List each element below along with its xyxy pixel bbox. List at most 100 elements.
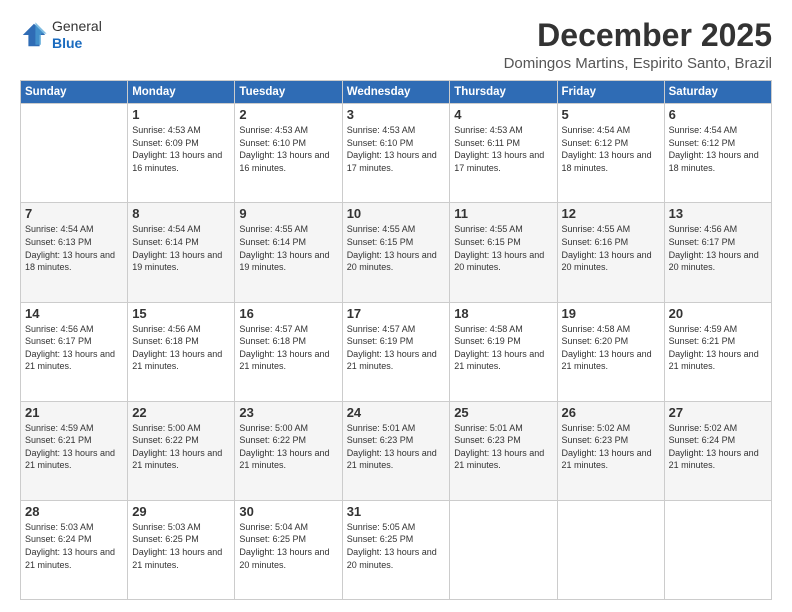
day-info: Sunrise: 5:01 AMSunset: 6:23 PMDaylight:… — [454, 422, 552, 472]
logo-blue: Blue — [52, 35, 102, 52]
day-info: Sunrise: 4:53 AMSunset: 6:10 PMDaylight:… — [239, 124, 337, 174]
table-row: 7Sunrise: 4:54 AMSunset: 6:13 PMDaylight… — [21, 203, 128, 302]
day-info: Sunrise: 4:55 AMSunset: 6:14 PMDaylight:… — [239, 223, 337, 273]
day-number: 19 — [562, 306, 660, 321]
day-number: 24 — [347, 405, 446, 420]
col-friday: Friday — [557, 81, 664, 104]
day-number: 16 — [239, 306, 337, 321]
table-row: 17Sunrise: 4:57 AMSunset: 6:19 PMDayligh… — [342, 302, 450, 401]
table-row: 29 Sunrise: 5:03 AMSunset: 6:25 PMDayligh… — [128, 500, 235, 599]
day-number: 15 — [132, 306, 230, 321]
table-row: 20 Sunrise: 4:59 AMSunset: 6:21 PMDayligh… — [664, 302, 771, 401]
day-number: 9 — [239, 206, 337, 221]
col-wednesday: Wednesday — [342, 81, 450, 104]
day-number: 30 — [239, 504, 337, 519]
month-title: December 2025 — [504, 18, 772, 53]
day-info: Sunrise: 4:53 AMSunset: 6:11 PMDaylight:… — [454, 124, 552, 174]
day-number: 17 — [347, 306, 446, 321]
logo-general: General — [52, 18, 102, 35]
page: General Blue December 2025 Domingos Mart… — [0, 0, 792, 612]
table-row: 2 Sunrise: 4:53 AMSunset: 6:10 PMDaylight… — [235, 104, 342, 203]
day-info: Sunrise: 5:02 AMSunset: 6:24 PMDaylight:… — [669, 422, 767, 472]
table-row: 4Sunrise: 4:53 AMSunset: 6:11 PMDaylight… — [450, 104, 557, 203]
col-monday: Monday — [128, 81, 235, 104]
day-number: 7 — [25, 206, 123, 221]
day-number: 23 — [239, 405, 337, 420]
table-row: 13 Sunrise: 4:56 AMSunset: 6:17 PMDayligh… — [664, 203, 771, 302]
logo: General Blue — [20, 18, 102, 52]
calendar-week-3: 14 Sunrise: 4:56 AMSunset: 6:17 PMDayligh… — [21, 302, 772, 401]
day-number: 18 — [454, 306, 552, 321]
table-row: 30 Sunrise: 5:04 AMSunset: 6:25 PMDayligh… — [235, 500, 342, 599]
day-info: Sunrise: 5:01 AMSunset: 6:23 PMDaylight:… — [347, 422, 446, 472]
day-number: 28 — [25, 504, 123, 519]
day-info: Sunrise: 4:54 AMSunset: 6:14 PMDaylight:… — [132, 223, 230, 273]
subtitle: Domingos Martins, Espirito Santo, Brazil — [504, 55, 772, 72]
day-info: Sunrise: 4:55 AMSunset: 6:15 PMDaylight:… — [454, 223, 552, 273]
header: General Blue December 2025 Domingos Mart… — [20, 18, 772, 72]
table-row: 15Sunrise: 4:56 AMSunset: 6:18 PMDayligh… — [128, 302, 235, 401]
day-info: Sunrise: 5:03 AMSunset: 6:25 PMDaylight:… — [132, 521, 230, 571]
day-number: 6 — [669, 107, 767, 122]
day-info: Sunrise: 4:56 AMSunset: 6:17 PMDaylight:… — [669, 223, 767, 273]
table-row: 1Sunrise: 4:53 AMSunset: 6:09 PMDaylight… — [128, 104, 235, 203]
day-info: Sunrise: 4:53 AMSunset: 6:10 PMDaylight:… — [347, 124, 446, 174]
table-row: 11Sunrise: 4:55 AMSunset: 6:15 PMDayligh… — [450, 203, 557, 302]
day-number: 12 — [562, 206, 660, 221]
table-row: 28 Sunrise: 5:03 AMSunset: 6:24 PMDayligh… — [21, 500, 128, 599]
day-number: 20 — [669, 306, 767, 321]
table-row — [450, 500, 557, 599]
calendar-week-1: 1Sunrise: 4:53 AMSunset: 6:09 PMDaylight… — [21, 104, 772, 203]
day-info: Sunrise: 4:55 AMSunset: 6:15 PMDaylight:… — [347, 223, 446, 273]
table-row: 8 Sunrise: 4:54 AMSunset: 6:14 PMDaylight… — [128, 203, 235, 302]
day-info: Sunrise: 4:59 AMSunset: 6:21 PMDaylight:… — [25, 422, 123, 472]
table-row: 5 Sunrise: 4:54 AMSunset: 6:12 PMDaylight… — [557, 104, 664, 203]
table-row: 19Sunrise: 4:58 AMSunset: 6:20 PMDayligh… — [557, 302, 664, 401]
table-row: 14 Sunrise: 4:56 AMSunset: 6:17 PMDayligh… — [21, 302, 128, 401]
day-number: 10 — [347, 206, 446, 221]
day-number: 1 — [132, 107, 230, 122]
day-info: Sunrise: 4:56 AMSunset: 6:17 PMDaylight:… — [25, 323, 123, 373]
day-info: Sunrise: 4:58 AMSunset: 6:19 PMDaylight:… — [454, 323, 552, 373]
day-info: Sunrise: 5:05 AMSunset: 6:25 PMDaylight:… — [347, 521, 446, 571]
logo-text: General Blue — [52, 18, 102, 52]
day-number: 8 — [132, 206, 230, 221]
col-tuesday: Tuesday — [235, 81, 342, 104]
day-number: 14 — [25, 306, 123, 321]
day-number: 29 — [132, 504, 230, 519]
day-number: 2 — [239, 107, 337, 122]
table-row: 22Sunrise: 5:00 AMSunset: 6:22 PMDayligh… — [128, 401, 235, 500]
day-info: Sunrise: 5:00 AMSunset: 6:22 PMDaylight:… — [239, 422, 337, 472]
day-number: 13 — [669, 206, 767, 221]
table-row: 10 Sunrise: 4:55 AMSunset: 6:15 PMDayligh… — [342, 203, 450, 302]
table-row: 24 Sunrise: 5:01 AMSunset: 6:23 PMDayligh… — [342, 401, 450, 500]
day-number: 25 — [454, 405, 552, 420]
table-row: 16Sunrise: 4:57 AMSunset: 6:18 PMDayligh… — [235, 302, 342, 401]
day-number: 21 — [25, 405, 123, 420]
table-row — [664, 500, 771, 599]
day-info: Sunrise: 5:03 AMSunset: 6:24 PMDaylight:… — [25, 521, 123, 571]
table-row: 23 Sunrise: 5:00 AMSunset: 6:22 PMDayligh… — [235, 401, 342, 500]
header-row: Sunday Monday Tuesday Wednesday Thursday… — [21, 81, 772, 104]
day-number: 31 — [347, 504, 446, 519]
calendar-week-5: 28 Sunrise: 5:03 AMSunset: 6:24 PMDayligh… — [21, 500, 772, 599]
table-row: 12 Sunrise: 4:55 AMSunset: 6:16 PMDayligh… — [557, 203, 664, 302]
calendar-week-4: 21 Sunrise: 4:59 AMSunset: 6:21 PMDayligh… — [21, 401, 772, 500]
calendar-week-2: 7Sunrise: 4:54 AMSunset: 6:13 PMDaylight… — [21, 203, 772, 302]
table-row: 27Sunrise: 5:02 AMSunset: 6:24 PMDayligh… — [664, 401, 771, 500]
day-number: 22 — [132, 405, 230, 420]
table-row: 26Sunrise: 5:02 AMSunset: 6:23 PMDayligh… — [557, 401, 664, 500]
day-info: Sunrise: 5:04 AMSunset: 6:25 PMDaylight:… — [239, 521, 337, 571]
day-number: 3 — [347, 107, 446, 122]
table-row — [557, 500, 664, 599]
day-info: Sunrise: 4:54 AMSunset: 6:12 PMDaylight:… — [669, 124, 767, 174]
table-row: 6 Sunrise: 4:54 AMSunset: 6:12 PMDaylight… — [664, 104, 771, 203]
logo-icon — [20, 21, 48, 49]
day-info: Sunrise: 4:54 AMSunset: 6:12 PMDaylight:… — [562, 124, 660, 174]
col-thursday: Thursday — [450, 81, 557, 104]
col-sunday: Sunday — [21, 81, 128, 104]
day-info: Sunrise: 4:55 AMSunset: 6:16 PMDaylight:… — [562, 223, 660, 273]
day-number: 5 — [562, 107, 660, 122]
table-row: 21 Sunrise: 4:59 AMSunset: 6:21 PMDayligh… — [21, 401, 128, 500]
day-info: Sunrise: 4:59 AMSunset: 6:21 PMDaylight:… — [669, 323, 767, 373]
